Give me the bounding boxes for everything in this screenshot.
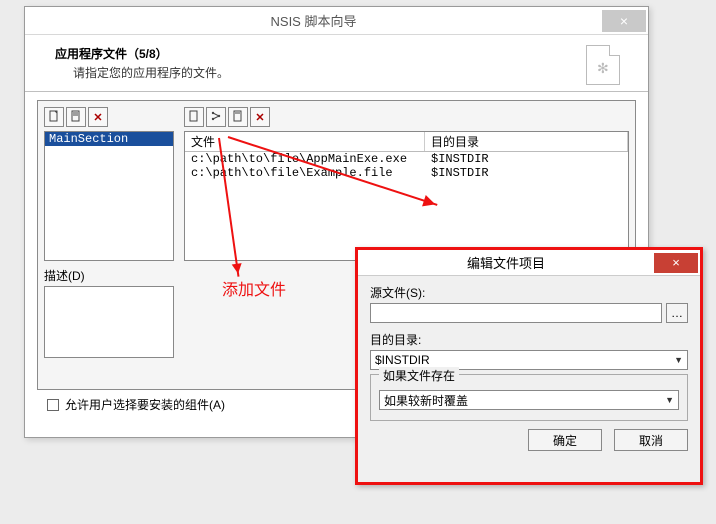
source-file-row: … — [370, 303, 688, 323]
header-title: 应用程序文件（5/8） — [55, 45, 586, 62]
section-new-button[interactable] — [44, 107, 64, 127]
components-label: 允许用户选择要安装的组件(A) — [65, 396, 225, 413]
components-checkbox[interactable] — [47, 399, 59, 411]
sections-list[interactable]: MainSection — [44, 131, 174, 261]
edit-icon — [232, 110, 244, 125]
if-exists-legend: 如果文件存在 — [379, 367, 459, 384]
header-subtitle: 请指定您的应用程序的文件。 — [73, 64, 586, 81]
if-exists-select[interactable]: 如果较新时覆盖 ▼ — [379, 390, 679, 410]
titlebar: NSIS 脚本向导 × — [25, 7, 648, 35]
dialog-body: 源文件(S): … 目的目录: $INSTDIR ▼ 如果文件存在 如果较新时覆… — [358, 276, 700, 459]
section-delete-button[interactable]: ✕ — [88, 107, 108, 127]
file-delete-button[interactable]: ✕ — [250, 107, 270, 127]
cell-file: c:\path\to\file\Example.file — [185, 166, 425, 180]
if-exists-fieldset: 如果文件存在 如果较新时覆盖 ▼ — [370, 374, 688, 421]
cell-dir: $INSTDIR — [425, 166, 628, 180]
ok-label: 确定 — [553, 432, 577, 449]
cancel-button[interactable]: 取消 — [614, 429, 688, 451]
ellipsis-icon: … — [671, 306, 683, 320]
if-exists-value: 如果较新时覆盖 — [384, 392, 468, 409]
sections-toolbar: ✕ — [44, 107, 174, 127]
chevron-down-icon: ▼ — [665, 395, 674, 405]
files-table-head: 文件 目的目录 — [185, 132, 628, 152]
files-column: ✕ 文件 目的目录 c:\path\to\file\AppMainExe.exe… — [184, 107, 629, 261]
file-edit-button[interactable] — [228, 107, 248, 127]
section-item[interactable]: MainSection — [45, 132, 173, 146]
edit-icon — [70, 110, 82, 125]
source-file-label: 源文件(S): — [370, 284, 688, 301]
cell-dir: $INSTDIR — [425, 152, 628, 166]
sections-column: ✕ MainSection 描述(D) — [44, 107, 174, 358]
table-row[interactable]: c:\path\to\file\AppMainExe.exe $INSTDIR — [185, 152, 628, 166]
file-new-button[interactable] — [184, 107, 204, 127]
wizard-header: 应用程序文件（5/8） 请指定您的应用程序的文件。 ✻ — [25, 35, 648, 92]
close-button[interactable]: × — [602, 10, 646, 32]
col-header-dir[interactable]: 目的目录 — [425, 132, 628, 151]
delete-icon: ✕ — [93, 111, 102, 124]
dialog-close-button[interactable]: × — [654, 253, 698, 273]
window-title: NSIS 脚本向导 — [25, 11, 602, 30]
tree-icon — [210, 110, 222, 125]
delete-icon: ✕ — [255, 111, 264, 124]
chevron-down-icon: ▼ — [674, 355, 683, 365]
close-icon: × — [672, 255, 680, 270]
description-textarea[interactable] — [44, 286, 174, 358]
dialog-title: 编辑文件项目 — [358, 253, 654, 272]
close-icon: × — [620, 13, 628, 29]
files-toolbar: ✕ — [184, 107, 629, 127]
file-tree-button[interactable] — [206, 107, 226, 127]
page-icon — [188, 110, 200, 125]
section-edit-button[interactable] — [66, 107, 86, 127]
table-row[interactable]: c:\path\to\file\Example.file $INSTDIR — [185, 166, 628, 180]
cancel-label: 取消 — [639, 432, 663, 449]
star-icon: ✻ — [597, 60, 609, 77]
dest-dir-label: 目的目录: — [370, 331, 688, 348]
dialog-buttons: 确定 取消 — [370, 429, 688, 451]
ok-button[interactable]: 确定 — [528, 429, 602, 451]
header-text: 应用程序文件（5/8） 请指定您的应用程序的文件。 — [55, 45, 586, 81]
description-label: 描述(D) — [44, 267, 174, 284]
browse-button[interactable]: … — [666, 303, 688, 323]
edit-file-dialog: 编辑文件项目 × 源文件(S): … 目的目录: $INSTDIR ▼ 如果文件… — [355, 247, 703, 485]
source-file-input[interactable] — [370, 303, 662, 323]
dest-dir-value: $INSTDIR — [375, 353, 430, 367]
page-icon — [48, 110, 60, 125]
wizard-page-icon: ✻ — [586, 45, 620, 85]
dialog-titlebar: 编辑文件项目 × — [358, 250, 700, 276]
